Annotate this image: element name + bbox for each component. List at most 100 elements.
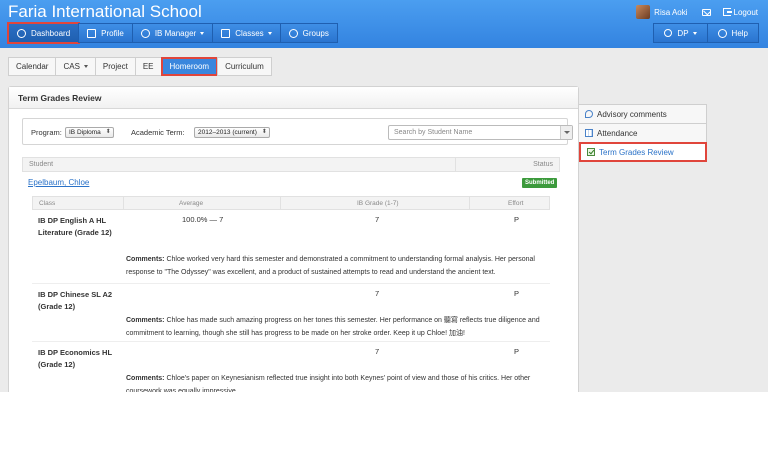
col-student: Student bbox=[29, 161, 54, 168]
student-table-header: Student Status bbox=[22, 157, 560, 172]
student-search-input[interactable]: Search by Student Name bbox=[388, 125, 573, 140]
term-label: Academic Term: bbox=[131, 128, 185, 137]
nav-ib-manager-button[interactable]: IB Manager bbox=[131, 23, 214, 43]
status-badge: Submitted bbox=[522, 178, 558, 188]
effort-value: P bbox=[514, 347, 520, 356]
student-name-link[interactable]: Epelbaum, Chloe bbox=[28, 178, 89, 187]
ib-grade-value: 7 bbox=[375, 289, 380, 298]
search-icon bbox=[664, 29, 673, 37]
tab-project[interactable]: Project bbox=[94, 57, 136, 76]
nav-ib-manager-label: IB Manager bbox=[154, 28, 197, 38]
class-name: IB DP English A HL Literature (Grade 12) bbox=[38, 216, 112, 237]
comment-body: Chloe worked very hard this semester and… bbox=[126, 256, 535, 276]
main-nav: Dashboard Profile IB Manager Classes Gro… bbox=[6, 22, 338, 44]
mail-icon[interactable] bbox=[701, 8, 711, 16]
col-average: Average bbox=[179, 200, 204, 207]
logout-icon bbox=[722, 8, 732, 16]
profile-icon bbox=[87, 28, 97, 38]
calendar-icon bbox=[585, 129, 593, 137]
grades-table-header: Class Average IB Grade (1-7) Effort bbox=[32, 196, 550, 210]
class-name: IB DP Chinese SL A2 (Grade 12) bbox=[38, 290, 113, 311]
tab-calendar[interactable]: Calendar bbox=[8, 57, 57, 76]
program-switch-label: DP bbox=[677, 28, 689, 38]
program-label: Program: bbox=[31, 128, 62, 137]
tab-homeroom[interactable]: Homeroom bbox=[160, 57, 219, 76]
panel-title: Term Grades Review bbox=[9, 87, 578, 109]
chat-icon bbox=[585, 110, 593, 118]
logout-link[interactable]: Logout bbox=[734, 8, 758, 17]
program-select[interactable]: IB Diploma bbox=[65, 127, 114, 138]
help-label: Help bbox=[731, 28, 748, 38]
avatar[interactable] bbox=[636, 5, 651, 19]
nav-profile-label: Profile bbox=[101, 28, 124, 38]
nav-dashboard-label: Dashboard bbox=[31, 28, 71, 38]
top-header: Faria International School Risa Aoki Log… bbox=[0, 0, 768, 48]
sidebar-item-term-grades-review[interactable]: Term Grades Review bbox=[579, 142, 707, 162]
nav-classes-button[interactable]: Classes bbox=[212, 23, 281, 43]
help-button[interactable]: Help bbox=[706, 23, 759, 43]
col-ib-grade: IB Grade (1-7) bbox=[357, 200, 399, 207]
chevron-down-icon bbox=[267, 31, 272, 35]
comment-text: Comments: Chloe worked very hard this se… bbox=[126, 253, 544, 279]
user-area: Risa Aoki Logout bbox=[636, 4, 758, 20]
checkbox-icon bbox=[587, 148, 595, 156]
sub-nav: Calendar CAS Project EE Homeroom Curricu… bbox=[8, 57, 272, 76]
class-name: IB DP Economics HL (Grade 12) bbox=[38, 348, 112, 369]
sidebar-item-label: Term Grades Review bbox=[599, 147, 674, 157]
chevron-down-icon bbox=[692, 31, 697, 35]
nav-groups-button[interactable]: Groups bbox=[279, 23, 338, 43]
homeroom-sidebar: Advisory comments Attendance Term Grades… bbox=[579, 104, 707, 162]
grade-row: IB DP English A HL Literature (Grade 12)… bbox=[32, 210, 550, 284]
school-title: Faria International School bbox=[8, 2, 202, 21]
chevron-down-icon[interactable] bbox=[560, 126, 572, 139]
nav-right: DP Help bbox=[653, 23, 759, 43]
col-class: Class bbox=[39, 200, 56, 207]
comment-text: Comments: Chloe's paper on Keynesianism … bbox=[126, 372, 544, 392]
column-divider bbox=[123, 197, 124, 209]
average-value: 100.0% — 7 bbox=[182, 215, 224, 224]
tab-curriculum[interactable]: Curriculum bbox=[217, 57, 272, 76]
chevron-down-icon bbox=[200, 31, 205, 35]
col-status: Status bbox=[533, 161, 553, 168]
sidebar-item-attendance[interactable]: Attendance bbox=[579, 123, 707, 143]
classes-icon bbox=[221, 28, 231, 38]
comment-label: Comments: bbox=[126, 256, 165, 263]
dashboard-icon bbox=[17, 28, 26, 38]
effort-value: P bbox=[514, 289, 520, 298]
comment-body: Chloe has made such amazing progress on … bbox=[126, 317, 540, 337]
help-icon bbox=[717, 28, 727, 38]
program-switch-button[interactable]: DP bbox=[653, 23, 708, 43]
ib-grade-value: 7 bbox=[375, 347, 380, 356]
sidebar-item-advisory-comments[interactable]: Advisory comments bbox=[579, 104, 707, 124]
term-select[interactable]: 2012–2013 (current) bbox=[194, 127, 270, 138]
term-grades-panel: Term Grades Review Program: IB Diploma A… bbox=[8, 86, 579, 392]
app-window: Faria International School Risa Aoki Log… bbox=[0, 0, 768, 392]
search-placeholder: Search by Student Name bbox=[394, 129, 473, 136]
comment-body: Chloe's paper on Keynesianism reflected … bbox=[126, 375, 531, 392]
comment-label: Comments: bbox=[126, 375, 165, 382]
chevron-down-icon bbox=[83, 65, 88, 68]
grades-table: Class Average IB Grade (1-7) Effort IB D… bbox=[32, 196, 550, 392]
nav-groups-label: Groups bbox=[302, 28, 329, 38]
grade-row: IB DP Chinese SL A2 (Grade 12) 7 P Comme… bbox=[32, 284, 550, 342]
tab-cas[interactable]: CAS bbox=[55, 57, 96, 76]
comment-label: Comments: bbox=[126, 317, 165, 324]
tab-cas-label: CAS bbox=[63, 62, 80, 71]
sidebar-item-label: Attendance bbox=[597, 128, 638, 138]
effort-value: P bbox=[514, 215, 520, 224]
tab-ee[interactable]: EE bbox=[134, 57, 162, 76]
globe-icon bbox=[140, 28, 150, 38]
column-divider bbox=[280, 197, 281, 209]
filter-bar: Program: IB Diploma Academic Term: 2012–… bbox=[22, 118, 573, 145]
ib-grade-value: 7 bbox=[375, 215, 380, 224]
groups-icon bbox=[288, 28, 298, 38]
comment-text: Comments: Chloe has made such amazing pr… bbox=[126, 314, 544, 340]
nav-dashboard-button[interactable]: Dashboard bbox=[6, 22, 81, 44]
nav-profile-button[interactable]: Profile bbox=[78, 23, 133, 43]
col-effort: Effort bbox=[508, 200, 524, 207]
user-name-link[interactable]: Risa Aoki bbox=[654, 8, 687, 17]
nav-classes-label: Classes bbox=[235, 28, 264, 38]
column-divider bbox=[455, 158, 456, 171]
column-divider bbox=[469, 197, 470, 209]
grade-row: IB DP Economics HL (Grade 12) 7 P Commen… bbox=[32, 342, 550, 392]
